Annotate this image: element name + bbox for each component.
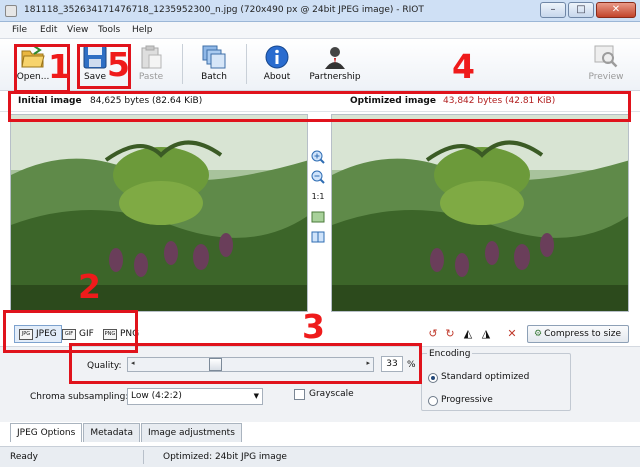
standard-optimized-label: Standard optimized <box>441 372 530 382</box>
zoom-in-icon[interactable] <box>311 150 325 164</box>
preview-button[interactable]: Preview <box>586 42 626 88</box>
minimize-button[interactable]: – <box>540 2 566 18</box>
toolbar-separator <box>246 44 247 84</box>
partnership-button[interactable]: Partnership <box>306 42 364 88</box>
window-controls: – □ ✕ <box>540 2 636 18</box>
annotation-number-3: 3 <box>302 307 325 346</box>
menu-view[interactable]: View <box>67 25 88 35</box>
chroma-subsampling-select[interactable]: Low (4:2:2) ▼ <box>127 388 263 405</box>
status-ready: Ready <box>10 452 38 462</box>
status-bar: Ready Optimized: 24bit JPG image <box>0 446 640 467</box>
zoom-out-icon[interactable] <box>311 170 325 184</box>
encoding-title: Encoding <box>427 349 473 359</box>
flip-horizontal-icon[interactable]: ◭ <box>461 327 475 341</box>
compress-to-size-label: Compress to size <box>544 329 621 339</box>
annotation-number-5: 5 <box>107 45 130 84</box>
window-title: 181118_352634171476718_1235952300_n.jpg … <box>24 5 424 15</box>
menu-bar: File Edit View Tools Help <box>0 22 640 39</box>
annotation-number-2: 2 <box>78 267 101 306</box>
app-icon <box>5 5 17 17</box>
rotate-left-icon[interactable]: ↺ <box>426 327 440 341</box>
flip-vertical-icon[interactable]: ◮ <box>479 327 493 341</box>
paste-label: Paste <box>138 72 164 82</box>
grayscale-label: Grayscale <box>309 389 354 399</box>
about-label: About <box>263 72 291 82</box>
menu-edit[interactable]: Edit <box>40 25 57 35</box>
reset-icon[interactable]: ✕ <box>505 327 519 341</box>
chroma-subsampling-value: Low (4:2:2) <box>131 391 182 401</box>
tab-image-adjustments[interactable]: Image adjustments <box>140 423 242 442</box>
menu-tools[interactable]: Tools <box>98 25 120 35</box>
person-icon <box>325 47 345 69</box>
batch-label: Batch <box>201 72 227 82</box>
progressive-radio[interactable] <box>428 396 438 406</box>
banana-plant-image-optimized <box>332 115 628 311</box>
grayscale-checkbox[interactable] <box>294 389 305 400</box>
partnership-label: Partnership <box>309 72 361 82</box>
compress-to-size-button[interactable]: ⚙ Compress to size <box>527 325 629 343</box>
zoom-tools: 1:1 <box>311 150 327 250</box>
progressive-label: Progressive <box>441 395 493 405</box>
chroma-subsampling-label: Chroma subsampling: <box>30 392 129 402</box>
annotation-box-sizes <box>8 91 631 122</box>
toolbar-separator <box>182 44 183 84</box>
paste-button[interactable]: Paste <box>136 42 166 88</box>
status-optimized: Optimized: 24bit JPG image <box>163 452 287 462</box>
chevron-down-icon: ▼ <box>253 392 259 400</box>
maximize-button[interactable]: □ <box>568 2 594 18</box>
menu-file[interactable]: File <box>12 25 27 35</box>
status-separator <box>143 450 144 464</box>
close-button[interactable]: ✕ <box>596 2 636 18</box>
menu-help[interactable]: Help <box>132 25 153 35</box>
title-bar: 181118_352634171476718_1235952300_n.jpg … <box>0 0 640 22</box>
rotate-right-icon[interactable]: ↻ <box>443 327 457 341</box>
banana-plant-image <box>11 115 307 311</box>
clipboard-icon <box>141 45 162 69</box>
options-tabs: JPEG Options Metadata Image adjustments <box>10 423 243 442</box>
about-button[interactable]: About <box>261 42 293 88</box>
magnifier-icon <box>594 45 618 68</box>
actual-size-button[interactable]: 1:1 <box>311 190 325 204</box>
tab-metadata[interactable]: Metadata <box>83 423 140 442</box>
preview-label: Preview <box>588 72 624 82</box>
compress-icon: ⚙ <box>534 329 543 339</box>
annotation-number-1: 1 <box>48 47 71 86</box>
batch-icon <box>202 45 226 69</box>
annotation-box-quality <box>69 343 422 384</box>
compare-icon[interactable] <box>311 230 325 244</box>
fit-to-window-icon[interactable] <box>311 210 325 224</box>
optimized-image-preview[interactable] <box>331 114 629 312</box>
tab-jpeg-options[interactable]: JPEG Options <box>10 423 83 442</box>
batch-button[interactable]: Batch <box>197 42 231 88</box>
standard-optimized-radio[interactable] <box>428 373 438 383</box>
annotation-number-4: 4 <box>452 47 475 86</box>
info-icon <box>265 45 289 69</box>
original-image-preview[interactable] <box>10 114 308 312</box>
